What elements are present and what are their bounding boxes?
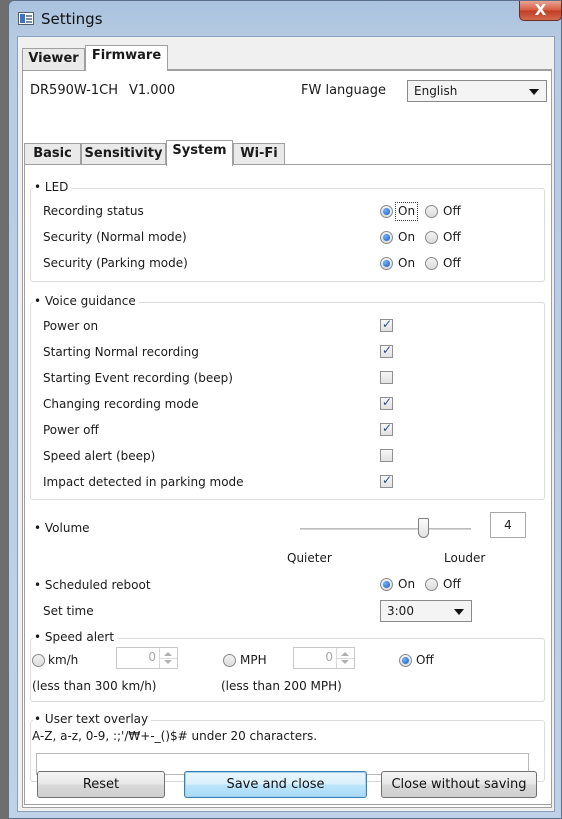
speed-mph-radio[interactable] xyxy=(223,654,236,667)
speed-kmh-note: (less than 300 km/h) xyxy=(32,679,157,693)
reboot-on-radio[interactable] xyxy=(380,578,393,591)
speed-off-radio[interactable] xyxy=(399,654,412,667)
voice-item-label: Starting Normal recording xyxy=(43,345,199,359)
tab-wifi[interactable]: Wi-Fi xyxy=(233,143,285,165)
tab-basic[interactable]: Basic xyxy=(24,143,81,165)
client-area: Viewer Firmware DR590W-1CH V1.000 FW lan… xyxy=(17,36,555,812)
speed-mph-label: MPH xyxy=(240,653,267,667)
speed-kmh-stepper[interactable]: 0 xyxy=(116,647,178,669)
voice-item-label: Power off xyxy=(43,423,99,437)
fw-language-label: FW language xyxy=(301,83,386,98)
speed-mph-note: (less than 200 MPH) xyxy=(221,679,342,693)
led-recording-status-on-radio[interactable] xyxy=(380,205,393,218)
tab-system[interactable]: System xyxy=(166,140,233,166)
set-time-value: 3:00 xyxy=(387,604,414,618)
led-security-normal-on-radio[interactable] xyxy=(380,231,393,244)
led-recording-status-off-radio[interactable] xyxy=(425,205,438,218)
led-security-parking-off-radio[interactable] xyxy=(425,257,438,270)
fw-language-select[interactable]: English xyxy=(407,80,547,102)
save-and-close-button[interactable]: Save and close xyxy=(184,771,367,798)
voice-speed-alert-checkbox[interactable] xyxy=(380,449,393,462)
settings-window: Settings X Viewer Firmware DR590W-1CH V1… xyxy=(8,0,562,819)
window-title: Settings xyxy=(41,10,103,28)
volume-value-box: 4 xyxy=(490,512,526,538)
firmware-panel: DR590W-1CH V1.000 FW language English Ba… xyxy=(22,70,552,808)
voice-impact-parking-checkbox[interactable] xyxy=(380,473,393,488)
led-security-parking-on-label: On xyxy=(398,256,416,270)
close-without-saving-button[interactable]: Close without saving xyxy=(381,771,537,798)
voice-start-normal-checkbox[interactable] xyxy=(380,343,393,358)
reboot-off-radio[interactable] xyxy=(425,578,438,591)
speed-mph-value: 0 xyxy=(325,650,333,664)
model-name: DR590W-1CH xyxy=(30,83,118,98)
led-group-title: LED xyxy=(33,180,72,194)
reset-button[interactable]: Reset xyxy=(37,771,165,798)
firmware-version: V1.000 xyxy=(129,83,176,98)
stepper-divider xyxy=(160,658,177,659)
led-security-parking-on-radio[interactable] xyxy=(380,257,393,270)
led-security-normal-label: Security (Normal mode) xyxy=(43,230,187,244)
reboot-off-label: Off xyxy=(443,577,461,591)
speed-mph-stepper[interactable]: 0 xyxy=(293,647,355,669)
stepper-divider xyxy=(337,658,354,659)
voice-item-label: Impact detected in parking mode xyxy=(43,475,244,489)
voice-item-label: Speed alert (beep) xyxy=(43,449,156,463)
set-time-label: Set time xyxy=(43,604,94,618)
led-recording-status-off-label: Off xyxy=(443,204,461,218)
system-panel: LED Recording status On Off Security (No… xyxy=(24,164,552,805)
led-recording-status-label: Recording status xyxy=(43,204,144,218)
voice-power-off-checkbox[interactable] xyxy=(380,421,393,436)
speed-kmh-radio[interactable] xyxy=(32,654,45,667)
voice-item-label: Changing recording mode xyxy=(43,397,199,411)
user-text-overlay-title: User text overlay xyxy=(33,712,152,726)
volume-label: Volume xyxy=(34,521,90,535)
led-security-parking-label: Security (Parking mode) xyxy=(43,256,188,270)
volume-louder-label: Louder xyxy=(444,551,486,565)
led-security-normal-off-radio[interactable] xyxy=(425,231,438,244)
voice-start-event-checkbox[interactable] xyxy=(380,371,393,384)
speed-alert-title: Speed alert xyxy=(33,630,118,644)
fw-language-value: English xyxy=(414,84,458,98)
tab-firmware[interactable]: Firmware xyxy=(85,45,168,71)
user-text-overlay-hint: A-Z, a-z, 0-9, :;'/₩+-_()$# under 20 cha… xyxy=(32,729,318,743)
led-recording-status-on-label: On xyxy=(398,204,416,218)
stepper-buttons xyxy=(336,648,354,668)
app-icon xyxy=(18,12,34,25)
volume-quieter-label: Quieter xyxy=(287,551,332,565)
voice-guidance-title: Voice guidance xyxy=(33,294,139,308)
volume-slider-thumb[interactable] xyxy=(418,518,429,538)
chevron-down-icon[interactable] xyxy=(341,660,349,664)
chevron-down-icon xyxy=(454,609,464,615)
volume-slider-track[interactable] xyxy=(300,528,471,530)
reboot-on-label: On xyxy=(398,577,416,591)
title-bar[interactable]: Settings X xyxy=(9,1,562,35)
led-security-parking-off-label: Off xyxy=(443,256,461,270)
voice-item-label: Power on xyxy=(43,319,99,333)
voice-change-mode-checkbox[interactable] xyxy=(380,395,393,410)
led-security-normal-on-label: On xyxy=(398,230,416,244)
chevron-down-icon xyxy=(529,89,539,95)
close-button[interactable]: X xyxy=(519,1,562,21)
chevron-up-icon[interactable] xyxy=(164,652,172,656)
voice-power-on-checkbox[interactable] xyxy=(380,317,393,332)
speed-off-label: Off xyxy=(416,653,434,667)
tab-viewer[interactable]: Viewer xyxy=(22,48,85,70)
chevron-up-icon[interactable] xyxy=(341,652,349,656)
led-security-normal-off-label: Off xyxy=(443,230,461,244)
set-time-select[interactable]: 3:00 xyxy=(380,600,472,622)
tab-sensitivity[interactable]: Sensitivity xyxy=(81,143,166,165)
voice-item-label: Starting Event recording (beep) xyxy=(43,371,233,385)
speed-kmh-value: 0 xyxy=(148,650,156,664)
scheduled-reboot-label: Scheduled reboot xyxy=(34,578,151,592)
speed-kmh-label: km/h xyxy=(48,653,79,667)
stepper-buttons xyxy=(159,648,177,668)
chevron-down-icon[interactable] xyxy=(164,660,172,664)
